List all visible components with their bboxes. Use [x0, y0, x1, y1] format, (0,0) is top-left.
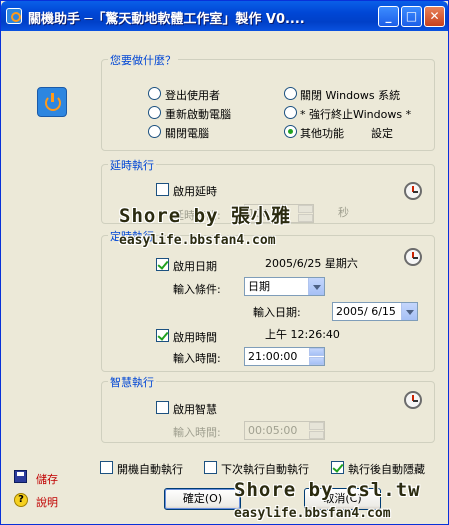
radio-logoff[interactable]: [148, 87, 161, 100]
smart-time-value: 00:05:00: [248, 424, 298, 437]
save-icon[interactable]: [14, 470, 27, 483]
enable-delay-label: 啟用延時: [173, 185, 217, 198]
delay-clock-icon[interactable]: [404, 182, 422, 200]
enable-date-label: 啟用日期: [173, 260, 217, 273]
autostart-checkbox[interactable]: [100, 461, 113, 474]
radio-close-windows-label: 關閉 Windows 系統: [300, 89, 401, 102]
enable-delay-checkbox[interactable]: [156, 183, 169, 196]
radio-shutdown[interactable]: [148, 125, 161, 138]
date-input-label: 輸入日期:: [253, 306, 301, 319]
smart-time-input[interactable]: 00:05:00: [244, 421, 325, 440]
window-title: 關機助手 ─「驚天動地軟體工作室」製作 V0....: [28, 12, 305, 27]
date-picker[interactable]: 2005/ 6/15: [332, 302, 418, 321]
watermark-2-url: easylife.bbsfan4.com: [234, 506, 391, 521]
smart-time-spinner[interactable]: [309, 422, 324, 439]
close-button[interactable]: ✕: [424, 6, 445, 27]
watermark-1-main: Shore by 張小雅: [119, 201, 291, 228]
smart-clock-icon[interactable]: [404, 391, 422, 409]
ok-button[interactable]: 確定(O): [164, 488, 241, 510]
save-link[interactable]: 儲存: [36, 471, 58, 487]
delay-unit-label: 秒: [338, 206, 349, 219]
help-link[interactable]: 說明: [36, 494, 58, 510]
radio-force-terminate[interactable]: [284, 106, 297, 119]
action-group-label: 您要做什麼？: [108, 52, 178, 68]
condition-value: 日期: [248, 280, 270, 293]
auto-hide-checkbox[interactable]: [331, 461, 344, 474]
main-window: 關機助手 ─「驚天動地軟體工作室」製作 V0.... _ □ ✕ 您要做什麼？ …: [0, 0, 449, 525]
radio-other-functions[interactable]: [284, 125, 297, 138]
timer-clock-icon[interactable]: [404, 248, 422, 266]
next-run-auto-checkbox[interactable]: [204, 461, 217, 474]
enable-time-label: 啟用時間: [173, 331, 217, 344]
delay-group-label: 延時執行: [108, 157, 156, 173]
autostart-label: 開機自動執行: [117, 463, 183, 476]
radio-restart[interactable]: [148, 106, 161, 119]
watermark-1-text: Shore by: [119, 205, 219, 227]
smart-group-label: 智慧執行: [108, 374, 156, 390]
delay-time-spinner[interactable]: [298, 205, 313, 222]
watermark-2-main: Shore by csl.tw: [234, 479, 421, 501]
watermark-1-url: easylife.bbsfan4.com: [119, 233, 276, 248]
condition-label: 輸入條件:: [173, 283, 221, 296]
title-bar[interactable]: 關機助手 ─「驚天動地軟體工作室」製作 V0.... _ □ ✕: [1, 1, 448, 31]
smart-time-label: 輸入時間:: [173, 426, 221, 439]
chevron-down-icon[interactable]: [308, 278, 324, 295]
date-picker-value: 2005/ 6/15: [336, 305, 396, 318]
time-input[interactable]: 21:00:00: [244, 347, 325, 366]
help-icon[interactable]: ?: [14, 493, 28, 507]
power-icon: [37, 87, 67, 117]
watermark-1-name: 張小雅: [230, 205, 291, 227]
maximize-button[interactable]: □: [401, 6, 422, 27]
radio-restart-label: 重新啟動電腦: [165, 108, 231, 121]
condition-select[interactable]: 日期: [244, 277, 325, 296]
current-date-display: 2005/6/25 星期六: [265, 257, 358, 270]
auto-hide-label: 執行後自動隱藏: [348, 463, 425, 476]
enable-smart-checkbox[interactable]: [156, 401, 169, 414]
radio-other-functions-label: 其他功能: [300, 127, 344, 140]
chevron-down-icon[interactable]: [401, 303, 417, 320]
enable-time-checkbox[interactable]: [156, 329, 169, 342]
time-input-label: 輸入時間:: [173, 352, 221, 365]
settings-link[interactable]: 設定: [371, 125, 393, 141]
enable-date-checkbox[interactable]: [156, 258, 169, 271]
next-run-auto-label: 下次執行自動執行: [221, 463, 309, 476]
radio-logoff-label: 登出使用者: [165, 89, 220, 102]
radio-shutdown-label: 關閉電腦: [165, 127, 209, 140]
radio-force-terminate-label: * 強行終止Windows *: [300, 108, 412, 121]
current-time-display: 上午 12:26:40: [265, 328, 340, 341]
enable-smart-label: 啟用智慧: [173, 403, 217, 416]
minimize-button[interactable]: _: [378, 6, 399, 27]
app-power-icon: [6, 8, 22, 24]
time-input-spinner[interactable]: [309, 348, 324, 365]
time-input-value: 21:00:00: [248, 350, 298, 363]
radio-close-windows[interactable]: [284, 87, 297, 100]
